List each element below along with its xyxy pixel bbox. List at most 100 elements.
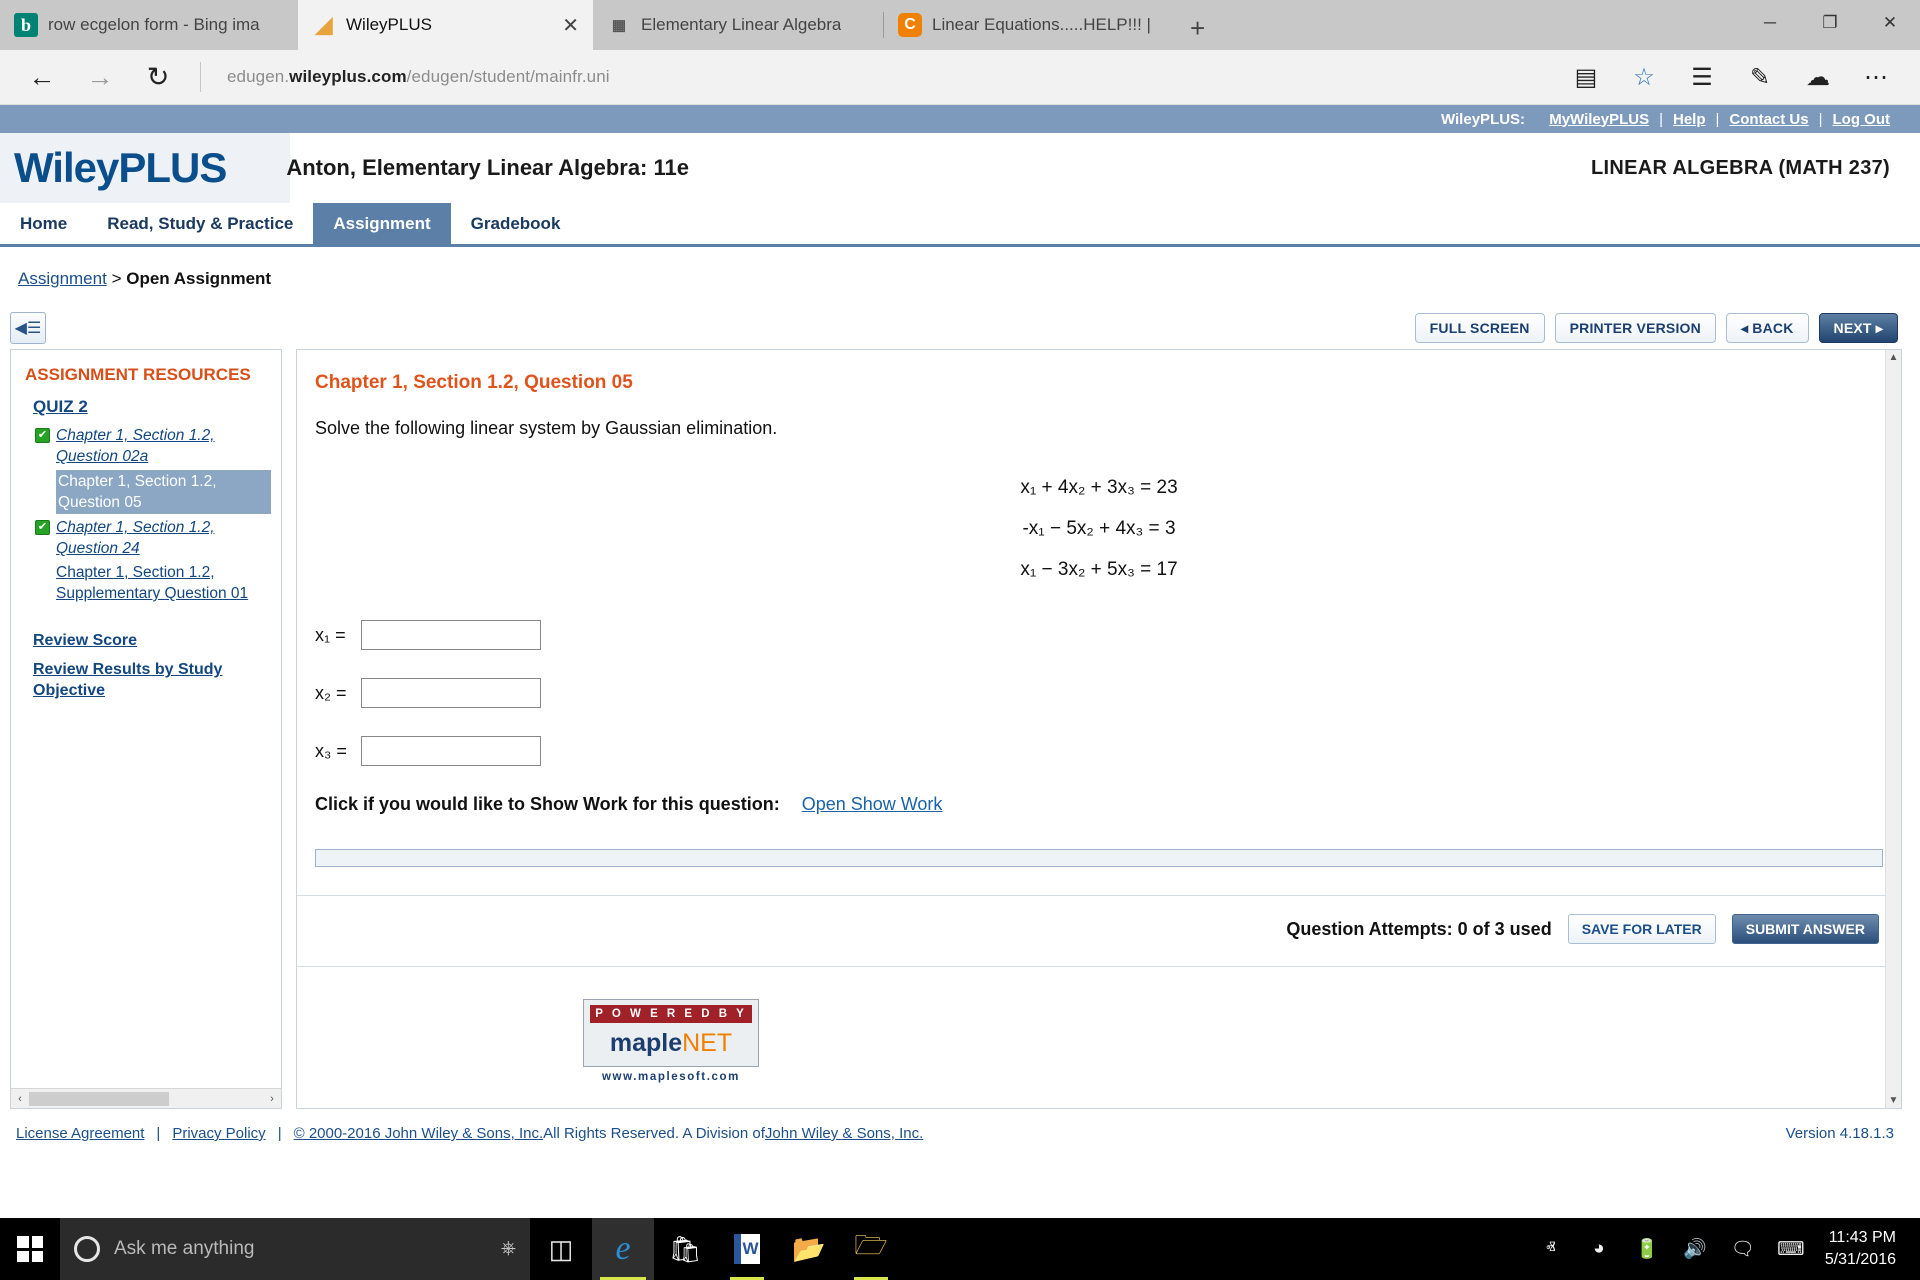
taskbar-word-icon[interactable]: W (716, 1218, 778, 1280)
mywileyplus-link[interactable]: MyWileyPLUS (1549, 111, 1649, 128)
answer-input-x3[interactable] (361, 736, 541, 766)
forward-icon[interactable]: → (74, 55, 126, 99)
share-icon[interactable]: ☁ (1790, 55, 1846, 99)
taskbar-store-icon[interactable]: 🛍 (654, 1218, 716, 1280)
answer-input-x1[interactable] (361, 620, 541, 650)
volume-icon[interactable]: 🔊 (1671, 1218, 1719, 1280)
sidebar-item-supplementary-01[interactable]: Chapter 1, Section 1.2, Supplementary Qu… (35, 562, 271, 604)
show-hidden-icons-chevron-icon[interactable]: ⱏ (1527, 1218, 1575, 1280)
scrollbar-thumb[interactable] (29, 1091, 169, 1106)
topbar-separator: | (1818, 110, 1823, 128)
back-icon[interactable]: ← (16, 55, 68, 99)
browser-tab-4[interactable]: C Linear Equations.....HELP!!! | (884, 0, 1174, 50)
wifi-icon[interactable]: ◕ (1575, 1218, 1623, 1280)
answer-label-x1: x₁ = (315, 624, 346, 645)
maple-wordmark: mapleNET (590, 1023, 752, 1062)
taskbar-edge-icon[interactable]: e (592, 1218, 654, 1280)
copyright-link[interactable]: © 2000-2016 John Wiley & Sons, Inc. (294, 1125, 544, 1142)
browser-tab-3[interactable]: ▦ Elementary Linear Algebra (593, 0, 883, 50)
maximize-icon[interactable]: ❐ (1800, 0, 1860, 46)
division-link[interactable]: John Wiley & Sons, Inc. (765, 1125, 923, 1142)
question-prompt: Solve the following linear system by Gau… (315, 418, 778, 438)
minimize-icon[interactable]: ─ (1740, 0, 1800, 46)
assignment-toolbar: ◀☰ FULL SCREEN PRINTER VERSION ◂ BACK NE… (0, 307, 1920, 349)
page-footer: License Agreement | Privacy Policy | © 2… (0, 1109, 1920, 1142)
browser-tab-title: row ecgelon form - Bing ima (48, 15, 260, 34)
clock-date: 5/31/2016 (1824, 1251, 1896, 1268)
sidebar-item-question-05[interactable]: Chapter 1, Section 1.2, Question 05 (35, 470, 271, 514)
answer-input-x2[interactable] (361, 678, 541, 708)
url-path: /edugen/student/mainfr.uni (406, 67, 610, 86)
privacy-policy-link[interactable]: Privacy Policy (172, 1125, 265, 1142)
wileyplus-logo[interactable]: WileyPLUS (0, 144, 227, 192)
contact-us-link[interactable]: Contact Us (1729, 111, 1808, 128)
sidebar-item-label: Chapter 1, Section 1.2, Supplementary Qu… (56, 564, 249, 602)
sidebar-item-question-24[interactable]: ✔ Chapter 1, Section 1.2, Question 24 (35, 517, 271, 559)
search-input[interactable]: Ask me anything ⎈ (60, 1218, 530, 1280)
review-score-link[interactable]: Review Score (33, 630, 271, 651)
review-results-link[interactable]: Review Results by Study Objective (33, 659, 271, 701)
footer-separator: | (156, 1125, 161, 1142)
browser-tabstrip: b row ecgelon form - Bing ima ◢ WileyPLU… (0, 0, 1920, 50)
panel-vertical-scrollbar[interactable]: ▲ ▼ (1885, 350, 1901, 1108)
topbar-label: WileyPLUS: (1440, 110, 1526, 128)
footer-rights-text: All Rights Reserved. A Division of (543, 1125, 765, 1142)
windows-logo-icon (17, 1236, 43, 1262)
equation-lhs: x₁ + 4x₂ + 3x₃ (1020, 477, 1135, 498)
scroll-right-icon[interactable]: › (263, 1093, 281, 1105)
browser-tab-title: WileyPLUS (346, 15, 432, 34)
submit-answer-button[interactable]: SUBMIT ANSWER (1731, 914, 1879, 944)
web-note-icon[interactable]: ✎ (1732, 55, 1788, 99)
no-check-icon (35, 565, 50, 580)
sidebar-item-question-02a[interactable]: ✔ Chapter 1, Section 1.2, Question 02a (35, 425, 271, 467)
full-screen-button[interactable]: FULL SCREEN (1414, 313, 1545, 343)
scroll-left-icon[interactable]: ‹ (11, 1093, 29, 1105)
start-button[interactable] (0, 1218, 60, 1280)
battery-icon[interactable]: 🔋 (1623, 1218, 1671, 1280)
refresh-icon[interactable]: ↻ (132, 55, 184, 99)
favorite-star-icon[interactable]: ☆ (1616, 55, 1672, 99)
collapse-sidebar-icon[interactable]: ◀☰ (10, 312, 46, 344)
browser-tab-1[interactable]: b row ecgelon form - Bing ima (0, 0, 298, 50)
tab-home[interactable]: Home (0, 203, 87, 244)
reading-view-icon[interactable]: ▤ (1558, 55, 1614, 99)
sidebar-question-list: ✔ Chapter 1, Section 1.2, Question 02a C… (25, 425, 271, 604)
breadcrumb-assignment-link[interactable]: Assignment (18, 269, 107, 288)
hub-icon[interactable]: ☰ (1674, 55, 1730, 99)
tab-gradebook[interactable]: Gradebook (451, 203, 581, 244)
keyboard-icon[interactable]: ⌨ (1767, 1218, 1815, 1280)
wileyplus-page: WileyPLUS: MyWileyPLUS | Help | Contact … (0, 105, 1920, 1142)
tab-assignment[interactable]: Assignment (313, 203, 451, 244)
scroll-up-icon[interactable]: ▲ (1889, 350, 1899, 365)
taskbar-clock[interactable]: 11:43 PM 5/31/2016 (1815, 1227, 1912, 1271)
action-center-icon[interactable]: 🗨 (1719, 1218, 1767, 1280)
new-tab-button[interactable]: + (1174, 13, 1221, 50)
maplenet-logo: P O W E R E D B Y mapleNET www.maplesoft… (583, 999, 759, 1083)
help-link[interactable]: Help (1673, 111, 1706, 128)
more-options-icon[interactable]: ⋯ (1848, 55, 1904, 99)
open-show-work-link[interactable]: Open Show Work (802, 794, 943, 815)
sidebar-item-label: Chapter 1, Section 1.2, Question 24 (56, 519, 215, 557)
back-button[interactable]: ◂ BACK (1725, 313, 1809, 343)
task-view-icon[interactable]: ◫ (530, 1218, 592, 1280)
taskbar-folder-icon[interactable]: 📂 (778, 1218, 840, 1280)
address-bar[interactable]: edugen.wileyplus.com/edugen/student/main… (217, 67, 1552, 87)
close-window-icon[interactable]: ✕ (1860, 0, 1920, 46)
equation-operator: = (1148, 518, 1160, 539)
sidebar-horizontal-scrollbar[interactable]: ‹ › (11, 1088, 281, 1108)
next-button[interactable]: NEXT ▸ (1818, 313, 1898, 343)
tab-read-study-practice[interactable]: Read, Study & Practice (87, 203, 313, 244)
tab-close-icon[interactable]: ✕ (544, 13, 579, 38)
scroll-down-icon[interactable]: ▼ (1889, 1093, 1899, 1108)
sidebar-quiz-link[interactable]: QUIZ 2 (33, 397, 271, 417)
browser-tab-2[interactable]: ◢ WileyPLUS ✕ (298, 0, 593, 50)
page-icon: ▦ (611, 17, 627, 34)
save-for-later-button[interactable]: SAVE FOR LATER (1567, 914, 1716, 944)
printer-version-button[interactable]: PRINTER VERSION (1554, 313, 1716, 343)
microphone-icon[interactable]: ⎈ (501, 1238, 516, 1260)
license-agreement-link[interactable]: License Agreement (16, 1125, 144, 1142)
toolbar-buttons: FULL SCREEN PRINTER VERSION ◂ BACK NEXT … (1414, 313, 1898, 343)
wileyplus-brandbar: WileyPLUS Anton, Elementary Linear Algeb… (0, 133, 1920, 203)
log-out-link[interactable]: Log Out (1833, 111, 1890, 128)
taskbar-file-explorer-icon[interactable]: 🗁 (840, 1218, 902, 1280)
